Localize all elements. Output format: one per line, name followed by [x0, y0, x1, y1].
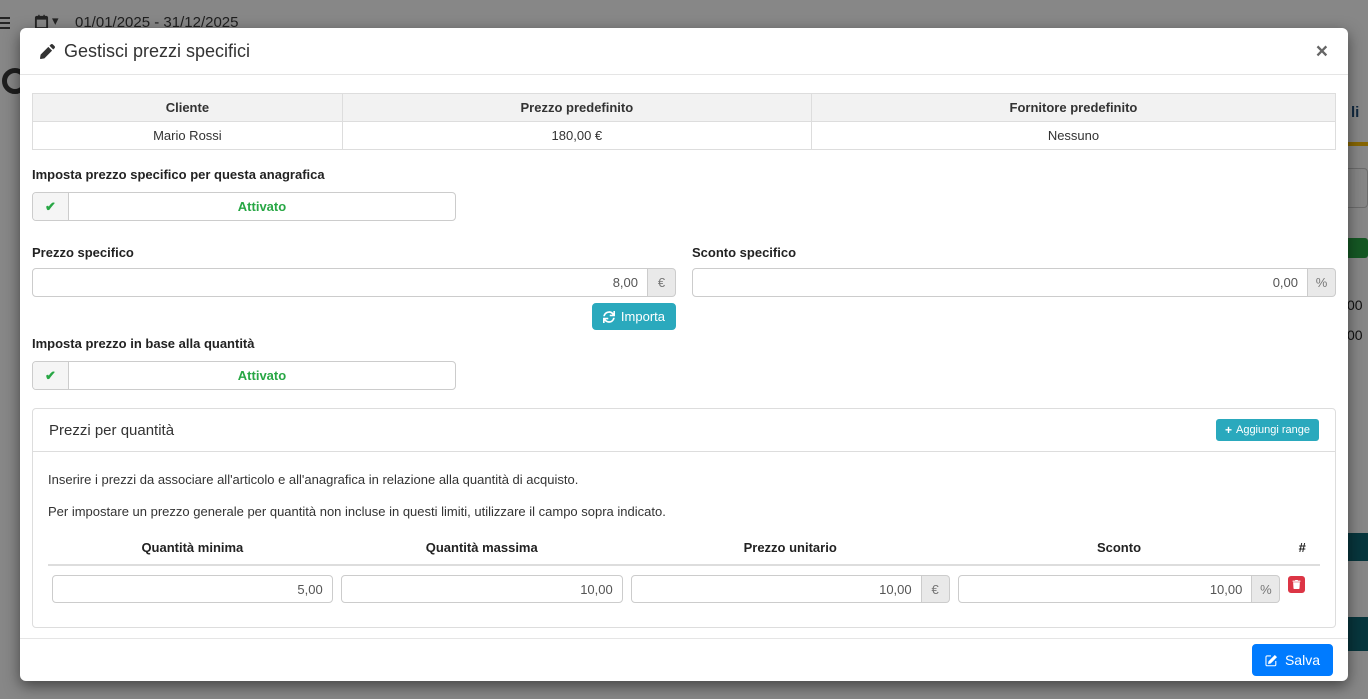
check-icon: ✔: [33, 193, 69, 220]
specific-price-field-group: Prezzo specifico € Importa: [32, 245, 676, 330]
trash-icon: [1292, 580, 1301, 589]
quantity-description-line-2: Per impostare un prezzo generale per qua…: [48, 504, 1320, 519]
summary-cell-cliente: Mario Rossi: [33, 122, 343, 150]
plus-icon: +: [1225, 423, 1232, 437]
specific-discount-input[interactable]: [692, 268, 1308, 297]
table-row: € %: [48, 565, 1320, 605]
import-button-label: Importa: [621, 309, 665, 324]
qty-header-unit-price: Prezzo unitario: [627, 536, 954, 565]
add-range-button[interactable]: + Aggiungi range: [1216, 419, 1319, 441]
summary-header-prezzo-predefinito: Prezzo predefinito: [342, 94, 811, 122]
quantity-prices-panel-body: Inserire i prezzi da associare all'artic…: [33, 452, 1335, 627]
qty-header-actions: #: [1284, 536, 1320, 565]
qty-header-min: Quantità minima: [48, 536, 337, 565]
specific-price-toggle[interactable]: ✔ Attivato: [32, 192, 456, 221]
summary-cell-prezzo-predefinito: 180,00 €: [342, 122, 811, 150]
euro-addon: €: [648, 268, 676, 297]
quantity-prices-panel-title: Prezzi per quantità: [49, 422, 174, 439]
add-range-button-label: Aggiungi range: [1236, 424, 1310, 436]
modal-body: Cliente Prezzo predefinito Fornitore pre…: [20, 75, 1348, 638]
specific-price-input[interactable]: [32, 268, 648, 297]
specific-price-label: Prezzo specifico: [32, 245, 676, 260]
customer-summary-table: Cliente Prezzo predefinito Fornitore pre…: [32, 93, 1336, 150]
summary-cell-fornitore-predefinito: Nessuno: [811, 122, 1335, 150]
row-discount-input[interactable]: [958, 575, 1253, 603]
quantity-price-toggle-state: Attivato: [69, 362, 455, 389]
modal-footer: Salva: [20, 638, 1348, 681]
save-button[interactable]: Salva: [1252, 644, 1333, 676]
euro-addon: €: [922, 575, 950, 603]
summary-header-cliente: Cliente: [33, 94, 343, 122]
summary-header-fornitore-predefinito: Fornitore predefinito: [811, 94, 1335, 122]
import-button[interactable]: Importa: [592, 303, 676, 330]
min-quantity-input[interactable]: [52, 575, 333, 603]
unit-price-input[interactable]: [631, 575, 922, 603]
quantity-price-section-label: Imposta prezzo in base alla quantità: [32, 336, 1336, 351]
qty-header-max: Quantità massima: [337, 536, 627, 565]
save-button-label: Salva: [1285, 652, 1320, 668]
quantity-prices-panel: Prezzi per quantità + Aggiungi range Ins…: [32, 408, 1336, 628]
check-icon: ✔: [33, 362, 69, 389]
qty-header-discount: Sconto: [954, 536, 1285, 565]
specific-price-toggle-state: Attivato: [69, 193, 455, 220]
quantity-prices-panel-header: Prezzi per quantità + Aggiungi range: [33, 409, 1335, 452]
specific-discount-label: Sconto specifico: [692, 245, 1336, 260]
modal-title: Gestisci prezzi specifici: [40, 41, 250, 62]
modal-header: Gestisci prezzi specifici ×: [20, 28, 1348, 75]
pencil-icon: [40, 44, 55, 59]
close-icon[interactable]: ×: [1316, 41, 1328, 62]
modal-title-text: Gestisci prezzi specifici: [64, 41, 250, 62]
quantity-description-line-1: Inserire i prezzi da associare all'artic…: [48, 472, 1320, 487]
quantity-prices-table: Quantità minima Quantità massima Prezzo …: [48, 536, 1320, 605]
delete-row-button[interactable]: [1288, 576, 1305, 593]
manage-specific-prices-modal: Gestisci prezzi specifici × Cliente Prez…: [20, 28, 1348, 681]
max-quantity-input[interactable]: [341, 575, 623, 603]
percent-addon: %: [1308, 268, 1336, 297]
quantity-price-toggle[interactable]: ✔ Attivato: [32, 361, 456, 390]
table-row: Mario Rossi 180,00 € Nessuno: [33, 122, 1336, 150]
sync-icon: [603, 311, 615, 323]
specific-price-section-label: Imposta prezzo specifico per questa anag…: [32, 167, 1336, 182]
specific-discount-field-group: Sconto specifico %: [692, 245, 1336, 330]
percent-addon: %: [1252, 575, 1280, 603]
edit-icon: [1265, 654, 1278, 667]
